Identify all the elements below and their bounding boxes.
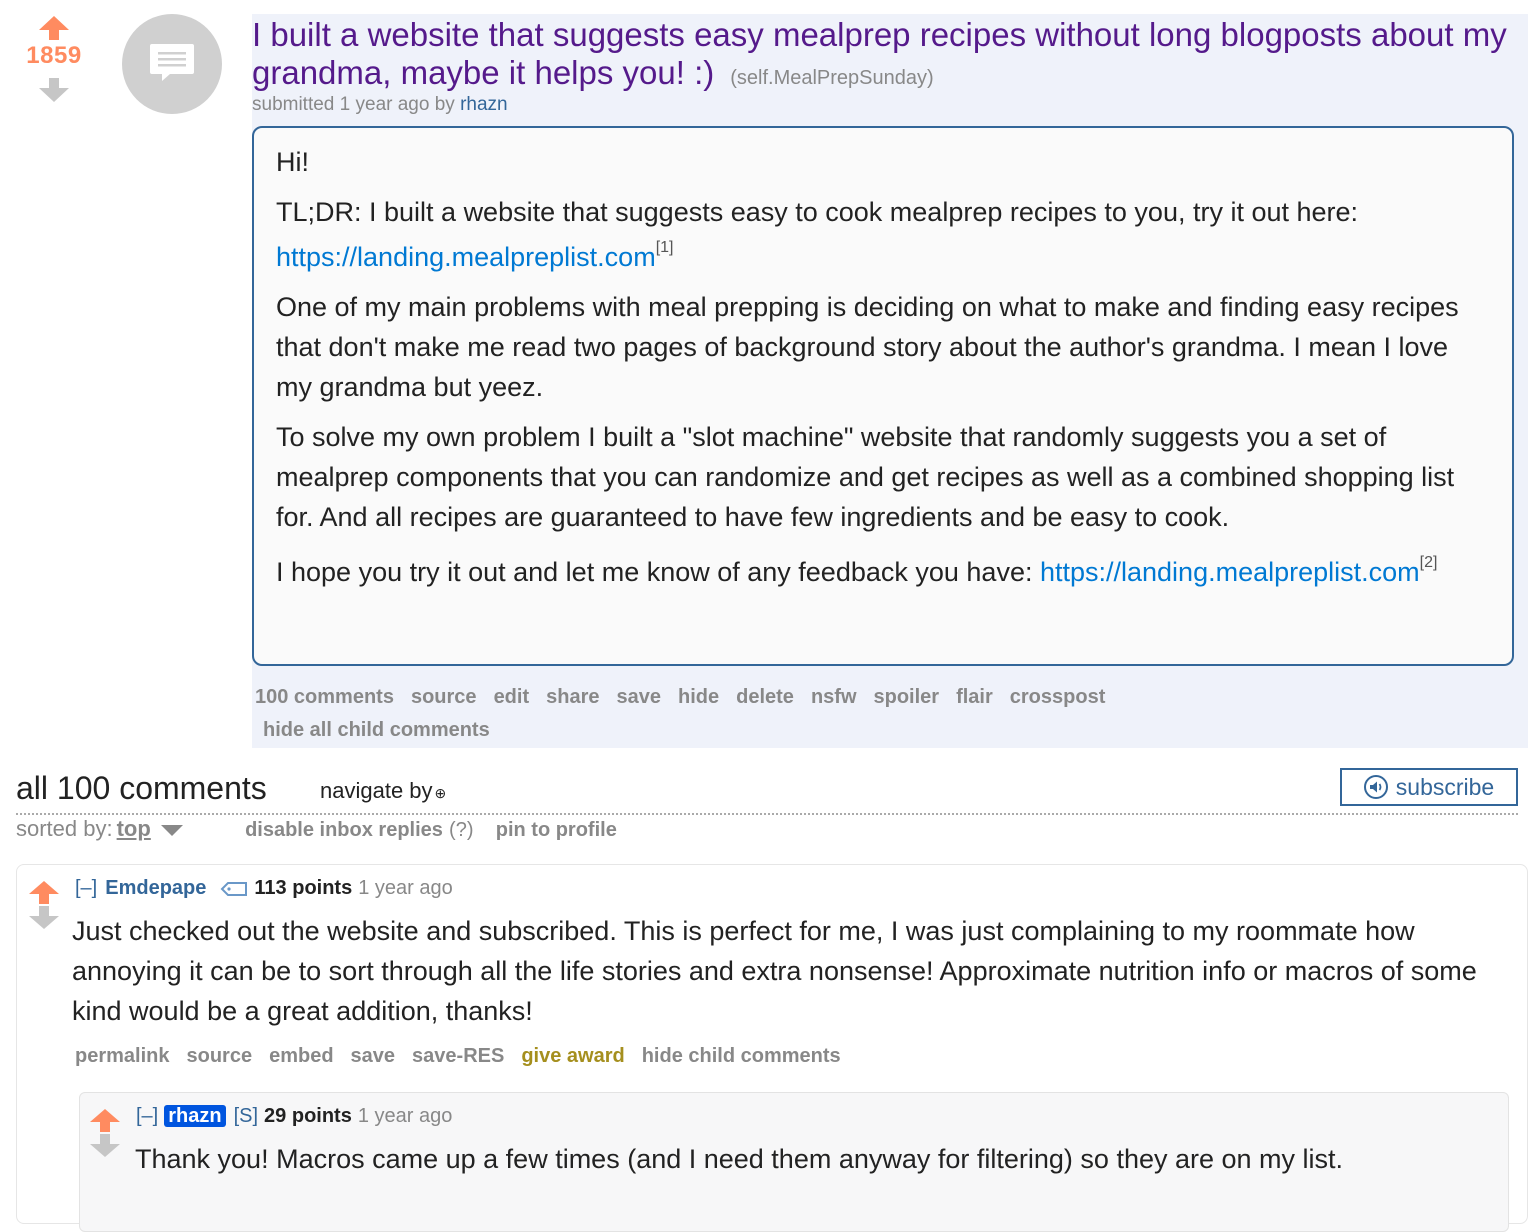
hide-button[interactable]: hide bbox=[678, 686, 719, 708]
downvote-arrow-icon[interactable] bbox=[29, 906, 59, 929]
website-link-1[interactable]: https://landing.mealpreplist.com bbox=[276, 242, 656, 272]
post-body: Hi! TL;DR: I built a website that sugges… bbox=[252, 126, 1514, 666]
post-paragraph-3: One of my main problems with meal preppi… bbox=[276, 292, 1459, 402]
sorted-by-label: sorted by: bbox=[16, 816, 113, 841]
nsfw-button[interactable]: nsfw bbox=[811, 686, 857, 708]
permalink-button[interactable]: permalink bbox=[75, 1045, 169, 1067]
post-container: I built a website that suggests easy mea… bbox=[252, 14, 1528, 748]
collapse-toggle[interactable]: [–] bbox=[136, 1105, 158, 1127]
comments-link[interactable]: 100 comments bbox=[255, 686, 394, 708]
comment-author[interactable]: rhazn bbox=[164, 1105, 226, 1127]
post-vote: 1859 bbox=[14, 16, 94, 102]
comments-title: all 100 comments bbox=[16, 770, 267, 806]
post-paragraph-5: I hope you try it out and let me know of… bbox=[276, 554, 1438, 587]
pin-to-profile-button[interactable]: pin to profile bbox=[496, 819, 617, 841]
double-chevron-down-icon: ⊕ bbox=[434, 785, 447, 801]
link-footnote-2: [2] bbox=[1419, 554, 1438, 571]
embed-button[interactable]: embed bbox=[269, 1045, 333, 1067]
downvote-arrow-icon[interactable] bbox=[90, 1134, 120, 1157]
navigate-label: navigate by bbox=[320, 778, 433, 803]
comment-time: 1 year ago bbox=[358, 877, 453, 899]
link-footnote-1: [1] bbox=[655, 239, 674, 256]
upvote-arrow-icon[interactable] bbox=[39, 16, 69, 40]
hide-child-comments-button[interactable]: hide child comments bbox=[642, 1045, 841, 1067]
crosspost-button[interactable]: crosspost bbox=[1010, 686, 1106, 708]
comment-vote bbox=[89, 1109, 121, 1157]
post-score: 1859 bbox=[26, 42, 82, 69]
edit-button[interactable]: edit bbox=[494, 686, 530, 708]
comment-points: 113 points bbox=[254, 877, 353, 899]
sort-bar: sorted by: top disable inbox replies (?) … bbox=[16, 816, 617, 842]
comment-reply: [–] rhazn [S] 29 points 1 year ago Thank you… bbox=[79, 1092, 1509, 1232]
subscribe-button[interactable]: subscribe bbox=[1340, 768, 1518, 806]
help-link[interactable]: (?) bbox=[449, 819, 473, 841]
flair-button[interactable]: flair bbox=[956, 686, 993, 708]
sort-selector[interactable]: top bbox=[117, 816, 151, 841]
comment-author[interactable]: Emdepape bbox=[105, 877, 206, 899]
header-divider bbox=[16, 813, 1518, 815]
subscribe-label: subscribe bbox=[1395, 773, 1495, 800]
caret-down-icon[interactable] bbox=[160, 824, 183, 836]
upvote-arrow-icon[interactable] bbox=[29, 881, 59, 904]
comment-tagline: [–] rhazn [S] 29 points 1 year ago bbox=[136, 1105, 452, 1128]
comment-body: Just checked out the website and subscri… bbox=[72, 916, 1477, 1026]
post-title-block: I built a website that suggests easy mea… bbox=[252, 16, 1522, 97]
save-res-button[interactable]: save-RES bbox=[412, 1045, 504, 1067]
downvote-arrow-icon[interactable] bbox=[39, 78, 69, 102]
post-paragraph-4: To solve my own problem I built a "slot … bbox=[276, 422, 1455, 532]
save-button[interactable]: save bbox=[351, 1045, 396, 1067]
post-paragraph-2: TL;DR: I built a website that suggests e… bbox=[276, 197, 1359, 272]
comment-body: Thank you! Macros came up a few times (a… bbox=[135, 1144, 1344, 1174]
navigate-by-dropdown[interactable]: navigate by ⊕ bbox=[320, 778, 446, 804]
hide-all-child-comments-button[interactable]: hide all child comments bbox=[263, 719, 1338, 742]
self-post-thumbnail[interactable] bbox=[122, 14, 222, 114]
user-tag-icon[interactable] bbox=[220, 881, 248, 897]
share-button[interactable]: share bbox=[546, 686, 599, 708]
text-post-icon bbox=[150, 44, 194, 81]
submitter-badge[interactable]: [S] bbox=[234, 1105, 258, 1127]
post-action-buttons: 100 comments source edit share save hide delet… bbox=[255, 686, 1355, 742]
post-paragraph-1: Hi! bbox=[276, 147, 309, 177]
tagline-prefix: submitted 1 year ago by bbox=[252, 94, 455, 115]
comment-points: 29 points bbox=[264, 1105, 352, 1127]
source-button[interactable]: source bbox=[186, 1045, 252, 1067]
post-author[interactable]: rhazn bbox=[460, 94, 508, 115]
comment-tagline: [–] Emdepape 113 points 1 year ago bbox=[75, 877, 453, 900]
comment-vote bbox=[28, 881, 60, 929]
post-domain[interactable]: (self.MealPrepSunday) bbox=[730, 67, 933, 89]
website-link-2[interactable]: https://landing.mealpreplist.com bbox=[1040, 557, 1420, 587]
delete-button[interactable]: delete bbox=[736, 686, 794, 708]
speaker-icon bbox=[1363, 775, 1388, 799]
upvote-arrow-icon[interactable] bbox=[90, 1109, 120, 1132]
save-button[interactable]: save bbox=[617, 686, 662, 708]
comment-action-buttons: permalink source embed save save-RES give awa… bbox=[75, 1045, 858, 1068]
spoiler-button[interactable]: spoiler bbox=[874, 686, 940, 708]
collapse-toggle[interactable]: [–] bbox=[75, 877, 97, 899]
comment-time: 1 year ago bbox=[357, 1105, 453, 1127]
give-award-button[interactable]: give award bbox=[521, 1045, 624, 1067]
source-button[interactable]: source bbox=[411, 686, 477, 708]
disable-inbox-replies-button[interactable]: disable inbox replies bbox=[245, 819, 443, 841]
post-tagline: submitted 1 year ago by rhazn bbox=[252, 94, 508, 116]
